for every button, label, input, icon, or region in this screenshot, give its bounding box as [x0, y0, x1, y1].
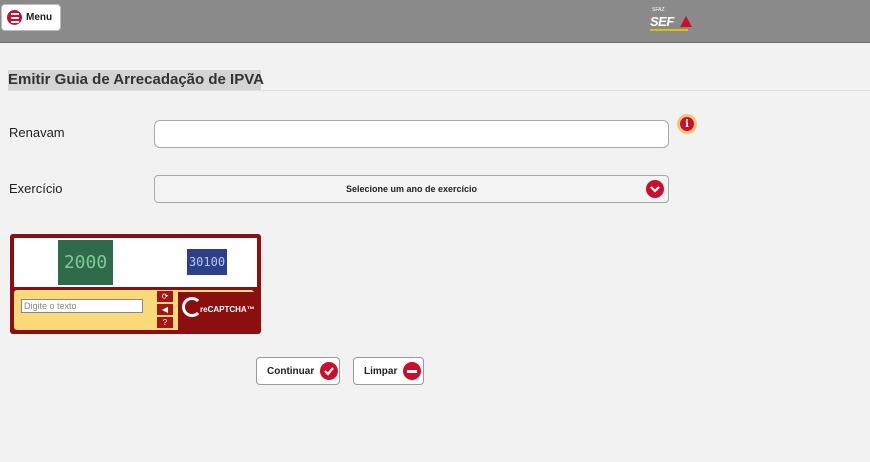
continuar-label: Continuar	[267, 365, 315, 377]
sef-logo: SFAZ SEF	[650, 7, 692, 32]
checkmark-icon	[320, 362, 339, 380]
menu-label: Menu	[26, 12, 53, 23]
logo-text: SEF	[650, 14, 674, 29]
captcha-image: 2000 30100	[14, 238, 257, 287]
top-bar: Menu SFAZ SEF	[0, 0, 870, 43]
audio-icon[interactable]: ◀	[157, 304, 173, 315]
recaptcha-arrow-icon	[182, 297, 202, 317]
captcha-word-1: 2000	[58, 240, 113, 285]
chevron-down-icon	[646, 180, 664, 198]
menu-button[interactable]: Menu	[1, 4, 61, 31]
renavam-input[interactable]	[154, 120, 669, 148]
title-divider	[8, 90, 870, 91]
refresh-icon[interactable]: ⟳	[157, 291, 173, 302]
captcha-word-2: 30100	[187, 249, 227, 275]
info-icon[interactable]: i	[677, 114, 697, 134]
help-icon[interactable]: ?	[157, 317, 173, 328]
recaptcha-brand: reCAPTCHA™	[200, 305, 255, 314]
captcha-input[interactable]	[21, 299, 143, 313]
minus-icon	[403, 362, 422, 380]
page-title: Emitir Guia de Arrecadação de IPVA	[8, 70, 264, 90]
limpar-button[interactable]: Limpar	[353, 357, 424, 385]
limpar-label: Limpar	[364, 365, 398, 377]
recaptcha-logo: reCAPTCHA™	[178, 292, 258, 330]
exercicio-label: Exercício	[9, 181, 63, 196]
hamburger-icon	[7, 10, 22, 25]
exercicio-select[interactable]: Selecione um ano de exercício	[154, 175, 669, 203]
renavam-label: Renavam	[9, 125, 65, 140]
exercicio-selected-value: Selecione um ano de exercício	[345, 184, 478, 194]
recaptcha-widget: 2000 30100 ⟳ ◀ ? reCAPTCHA™	[10, 234, 261, 334]
logo-triangle-icon	[680, 16, 692, 27]
continuar-button[interactable]: Continuar	[256, 357, 340, 385]
captcha-controls: ⟳ ◀ ?	[157, 291, 175, 330]
